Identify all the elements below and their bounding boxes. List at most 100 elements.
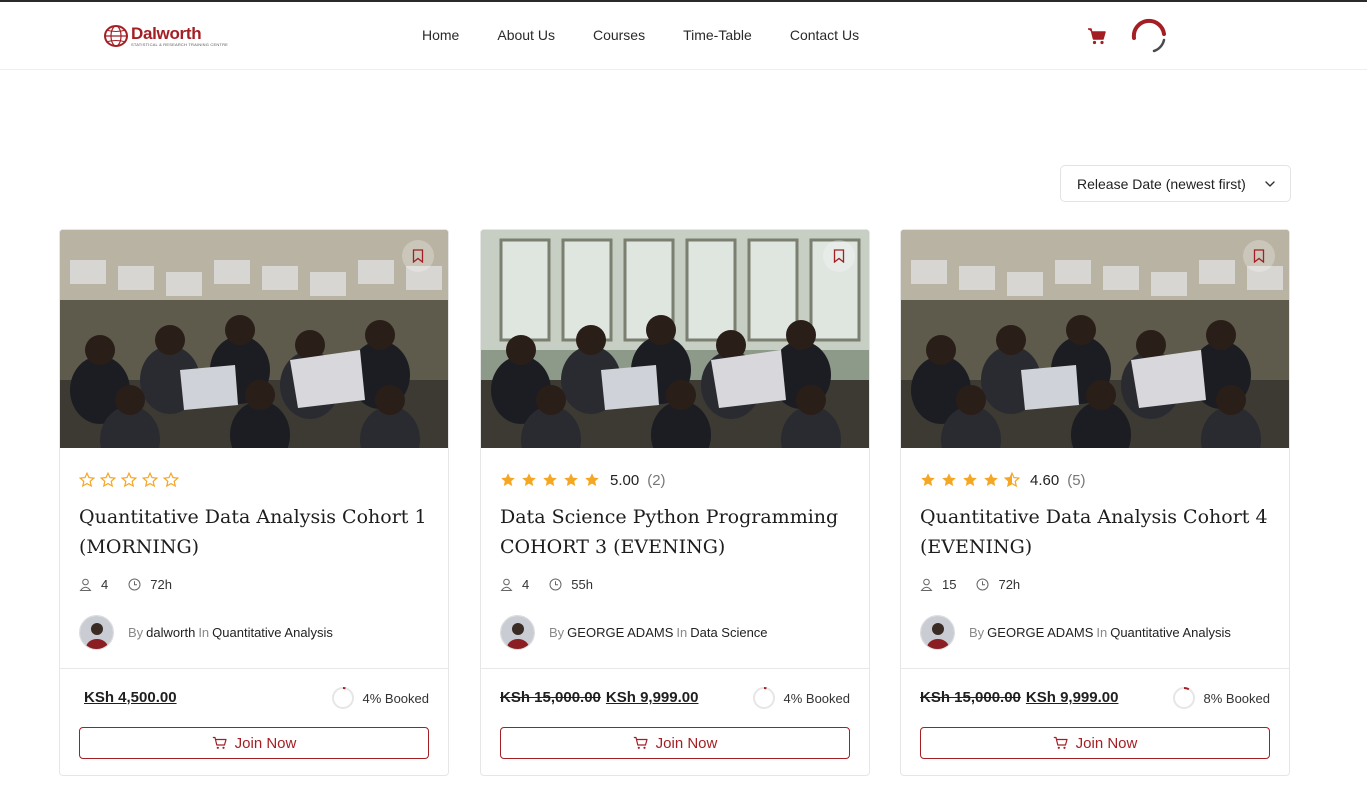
join-now-label: Join Now	[655, 734, 718, 752]
brand-tagline: STATISTICAL & RESEARCH TRAINING CENTRE	[131, 42, 229, 47]
course-meta: 15 72h	[920, 575, 1020, 593]
course-rating: 5.00 (2)	[500, 470, 666, 490]
user-icon	[920, 578, 933, 591]
nav-about-us[interactable]: About Us	[497, 27, 555, 43]
join-now-button[interactable]: Join Now	[500, 727, 850, 759]
globe-logo-icon	[104, 25, 128, 47]
classroom-photo	[481, 230, 869, 448]
course-category[interactable]: Data Science	[690, 625, 767, 640]
star-icon	[100, 472, 116, 488]
course-thumbnail[interactable]	[60, 230, 448, 448]
course-thumbnail[interactable]	[481, 230, 869, 448]
card-footer: KSh 15,000.00 KSh 9,999.00 8% Booked Join N…	[901, 668, 1289, 775]
star-icon	[543, 473, 557, 486]
booked-label: 4% Booked	[783, 690, 851, 706]
course-rating: 4.60 (5)	[920, 470, 1086, 490]
student-count: 4	[522, 576, 530, 592]
author-avatar[interactable]	[500, 614, 535, 650]
nav-time-table[interactable]: Time-Table	[683, 27, 752, 43]
chevron-down-icon	[1265, 181, 1275, 187]
by-label: By	[549, 624, 565, 640]
author-avatar-image	[921, 615, 954, 649]
in-label: In	[198, 624, 210, 640]
star-icon	[942, 473, 956, 486]
booking-ring-icon	[752, 687, 775, 709]
course-price: KSh 4,500.00	[79, 689, 177, 706]
original-price: KSh 15,000.00	[500, 689, 601, 706]
by-label: By	[969, 624, 985, 640]
bookmark-icon[interactable]	[402, 240, 434, 272]
loading-spinner-icon	[1131, 18, 1166, 53]
booking-progress: 4% Booked	[752, 686, 851, 710]
cart-outline-icon	[212, 736, 227, 749]
join-now-button[interactable]: Join Now	[79, 727, 429, 759]
course-category[interactable]: Quantitative Analysis	[1110, 625, 1231, 640]
star-icon	[501, 473, 515, 486]
rating-value: 5.00	[610, 471, 640, 489]
bookmark-glyph	[1253, 249, 1265, 263]
course-title[interactable]: Quantitative Data Analysis Cohort 4 (EVE…	[920, 502, 1270, 562]
user-icon	[79, 578, 92, 591]
card-footer: KSh 15,000.00 KSh 9,999.00 4% Booked Join N…	[481, 668, 869, 775]
course-author: By GEORGE ADAMS In Quantitative Analysis	[920, 614, 1234, 650]
course-meta: 4 55h	[500, 575, 593, 593]
course-card[interactable]: 5.00 (2) Data Science Python Programming …	[480, 229, 870, 776]
site-header: Dalworth STATISTICAL & RESEARCH TRAINING…	[0, 2, 1367, 70]
clock-icon	[128, 578, 141, 590]
course-category[interactable]: Quantitative Analysis	[212, 625, 333, 640]
author-name[interactable]: dalworth	[146, 625, 195, 640]
student-count: 15	[942, 576, 957, 592]
bookmark-glyph	[412, 249, 424, 263]
brand-name: Dalworth	[131, 24, 202, 43]
author-name[interactable]: GEORGE ADAMS	[987, 625, 1093, 640]
star-icon	[1004, 472, 1020, 488]
in-label: In	[676, 624, 688, 640]
nav-courses[interactable]: Courses	[593, 27, 645, 43]
course-meta: 4 72h	[79, 575, 172, 593]
by-label: By	[128, 624, 144, 640]
star-icon	[522, 473, 536, 486]
course-title[interactable]: Data Science Python Programming COHORT 3…	[500, 502, 850, 562]
course-duration: 55h	[571, 576, 593, 592]
card-footer: KSh 4,500.00 4% Booked Join Now	[60, 668, 448, 775]
sale-price: KSh 4,500.00	[84, 689, 177, 706]
booked-label: 8% Booked	[1203, 690, 1271, 706]
clock-icon	[976, 578, 989, 590]
join-now-label: Join Now	[1075, 734, 1138, 752]
sort-select[interactable]: Release Date (newest first)	[1060, 165, 1291, 202]
course-duration: 72h	[998, 576, 1021, 592]
star-icon	[585, 473, 599, 486]
nav-contact-us[interactable]: Contact Us	[790, 27, 859, 43]
nav-home[interactable]: Home	[422, 27, 459, 43]
course-price: KSh 15,000.00 KSh 9,999.00	[920, 689, 1118, 706]
course-card[interactable]: 4.60 (5) Quantitative Data Analysis Cohor…	[900, 229, 1290, 776]
course-price: KSh 15,000.00 KSh 9,999.00	[500, 689, 698, 706]
author-avatar[interactable]	[920, 614, 955, 650]
booking-progress: 8% Booked	[1172, 686, 1271, 710]
brand-logo[interactable]: Dalworth STATISTICAL & RESEARCH TRAINING…	[103, 23, 228, 49]
course-author: By GEORGE ADAMS In Data Science	[500, 614, 771, 650]
cart-icon[interactable]	[1087, 26, 1107, 46]
course-thumbnail[interactable]	[901, 230, 1289, 448]
bookmark-icon[interactable]	[1243, 240, 1275, 272]
course-author: By dalworth In Quantitative Analysis	[79, 614, 336, 650]
main-nav: Home About Us Courses Time-Table Contact…	[422, 2, 859, 68]
join-now-button[interactable]: Join Now	[920, 727, 1270, 759]
author-avatar[interactable]	[79, 614, 114, 650]
star-icon	[564, 473, 578, 486]
author-avatar-image	[80, 615, 113, 649]
bookmark-icon[interactable]	[823, 240, 855, 272]
in-label: In	[1096, 624, 1108, 640]
course-card[interactable]: Quantitative Data Analysis Cohort 1 (MOR…	[59, 229, 449, 776]
rating-value: 4.60	[1030, 471, 1060, 489]
cart-outline-icon	[633, 736, 648, 749]
student-count: 4	[101, 576, 109, 592]
sale-price: KSh 9,999.00	[1025, 689, 1119, 706]
original-price: KSh 15,000.00	[920, 689, 1021, 706]
booking-progress: 4% Booked	[331, 686, 429, 710]
join-now-label: Join Now	[234, 734, 297, 752]
author-name[interactable]: GEORGE ADAMS	[567, 625, 673, 640]
sort-selected-label: Release Date (newest first)	[1077, 175, 1246, 192]
course-title[interactable]: Quantitative Data Analysis Cohort 1 (MOR…	[79, 502, 429, 562]
rating-count: (2)	[647, 471, 666, 489]
